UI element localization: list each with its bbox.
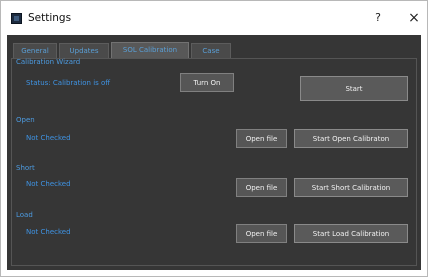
start-load-calibration-button[interactable]: Start Load Calibration [294, 224, 408, 243]
calibration-status-text: Status: Calibration is off [26, 79, 111, 87]
open-file-button-open[interactable]: Open file [236, 129, 287, 148]
start-short-calibration-button[interactable]: Start Short Calibration [294, 178, 408, 197]
turn-on-button[interactable]: Turn On [180, 73, 234, 92]
open-file-button-load[interactable]: Open file [236, 224, 287, 243]
open-status-text: Not Checked [26, 134, 71, 142]
calibration-wizard-title: Calibration Wizard [16, 58, 81, 66]
app-icon [11, 13, 22, 24]
load-status-text: Not Checked [26, 228, 71, 236]
sol-calibration-panel: Calibration Wizard Status: Calibration i… [11, 58, 417, 266]
tab-case[interactable]: Case [191, 43, 231, 58]
settings-content: General Updates SOL Calibration Case Cal… [7, 35, 421, 270]
tab-updates[interactable]: Updates [59, 43, 109, 58]
tab-general[interactable]: General [13, 43, 57, 58]
short-section-title: Short [16, 164, 35, 172]
close-button[interactable]: × [401, 7, 427, 29]
short-status-text: Not Checked [26, 180, 71, 188]
window-title: Settings [28, 12, 72, 24]
settings-window: Settings ? × General Updates SOL Calibra… [0, 0, 428, 277]
tab-bar: General Updates SOL Calibration Case [13, 42, 413, 59]
start-button[interactable]: Start [300, 76, 408, 101]
open-file-button-short[interactable]: Open file [236, 178, 287, 197]
tab-sol-calibration[interactable]: SOL Calibration [111, 42, 189, 58]
load-section-title: Load [16, 211, 33, 219]
help-button[interactable]: ? [365, 7, 391, 29]
title-bar[interactable]: Settings ? × [1, 1, 427, 35]
open-section-title: Open [16, 116, 35, 124]
start-open-calibration-button[interactable]: Start Open Calibraton [294, 129, 408, 148]
